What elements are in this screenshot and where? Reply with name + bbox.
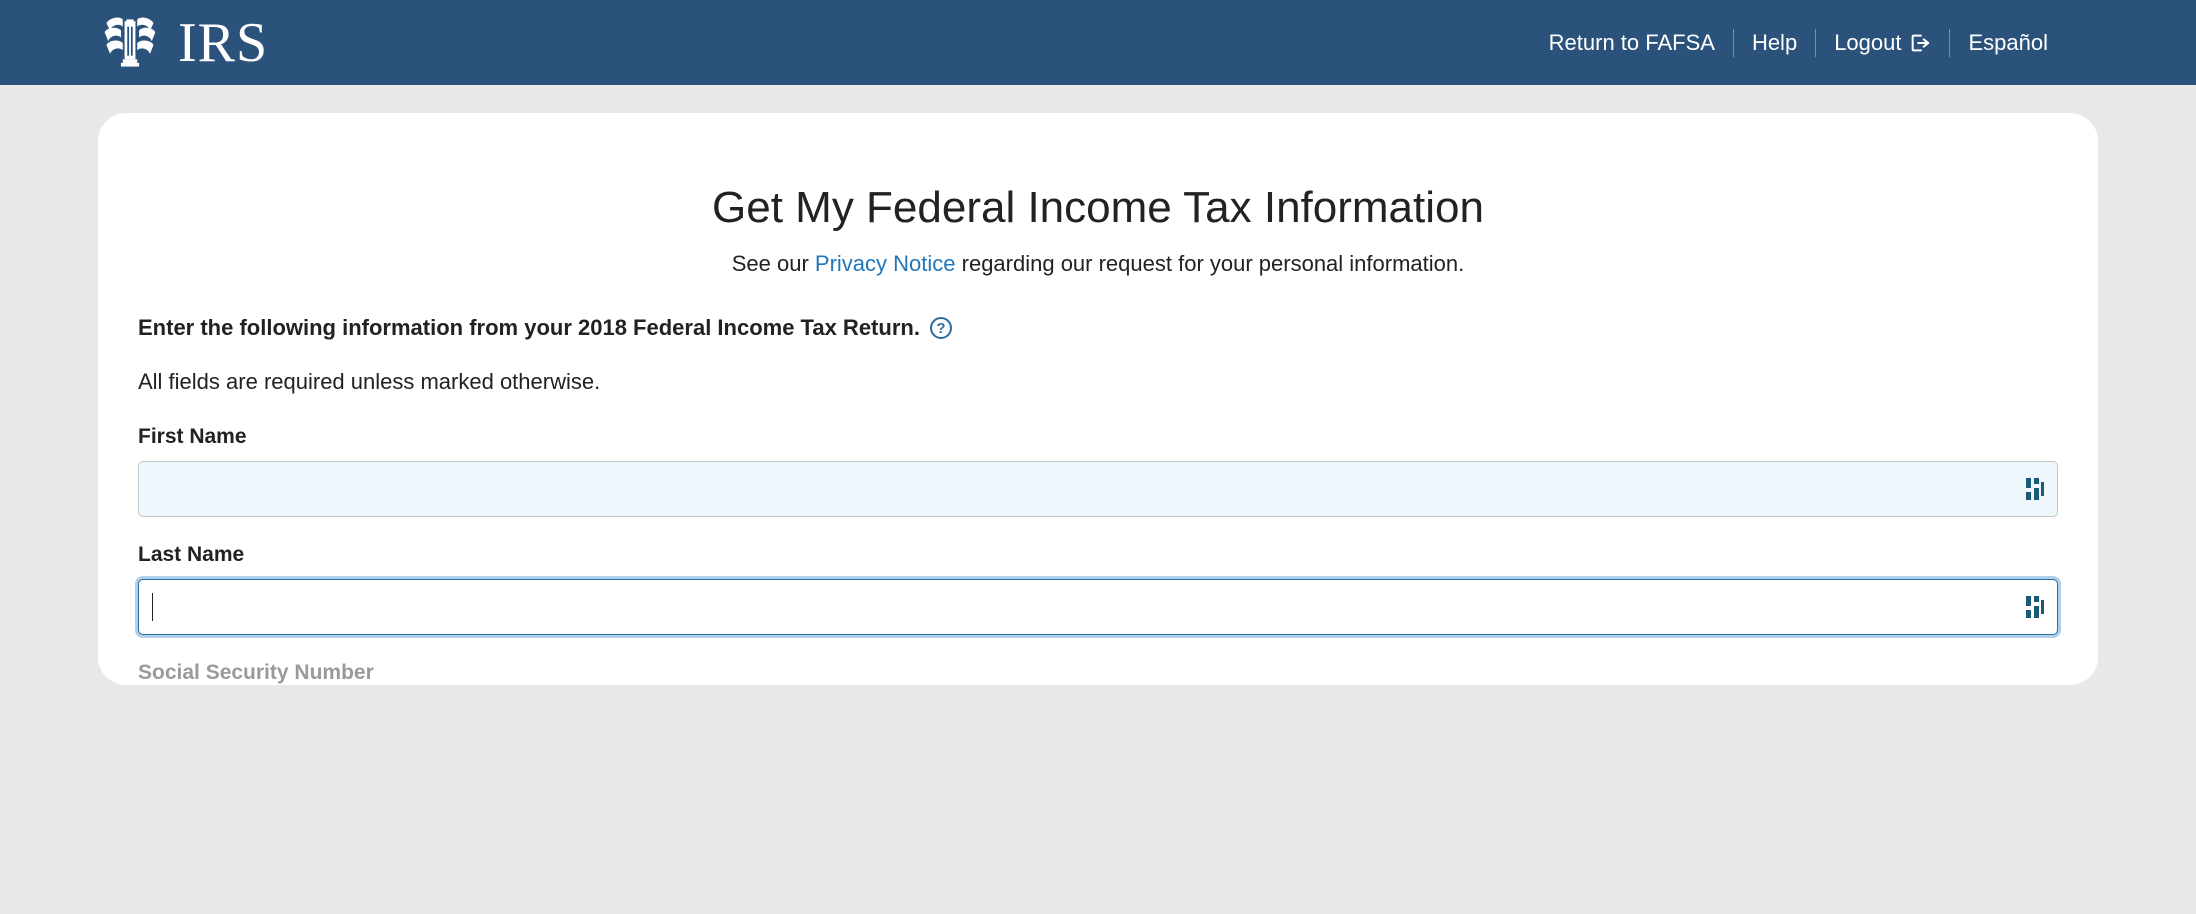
help-link[interactable]: Help [1734,29,1815,57]
return-to-fafsa-link[interactable]: Return to FAFSA [1531,29,1733,57]
site-header: IRS Return to FAFSA Help Logout Español [0,0,2196,85]
espanol-link[interactable]: Español [1950,29,2066,57]
first-name-field: First Name [138,425,2058,517]
top-nav: Return to FAFSA Help Logout Español [1531,29,2066,57]
irs-brand-text: IRS [178,11,268,75]
logout-icon [1909,32,1931,54]
last-name-input[interactable] [138,579,2058,635]
irs-emblem-icon [100,14,160,72]
nav-separator [1815,29,1816,57]
help-icon[interactable]: ? [930,317,952,339]
ssn-label: Social Security Number [138,661,2058,685]
subtitle-after: regarding our request for your personal … [956,251,1465,276]
subtitle: See our Privacy Notice regarding our req… [138,251,2058,277]
logout-link[interactable]: Logout [1816,29,1949,57]
main-card: Get My Federal Income Tax Information Se… [98,113,2098,685]
last-name-label: Last Name [138,543,2058,567]
nav-separator [1733,29,1734,57]
nav-separator [1949,29,1950,57]
ssn-field: Social Security Number [138,661,2058,685]
first-name-label: First Name [138,425,2058,449]
last-name-field: Last Name [138,543,2058,635]
required-note: All fields are required unless marked ot… [138,369,2058,395]
logout-label: Logout [1834,29,1901,57]
instruction-text: Enter the following information from you… [138,315,920,341]
irs-logo: IRS [100,11,268,75]
instruction-row: Enter the following information from you… [138,315,2058,341]
first-name-input[interactable] [138,461,2058,517]
text-cursor [152,593,153,621]
subtitle-before: See our [732,251,815,276]
privacy-notice-link[interactable]: Privacy Notice [815,251,956,276]
page-title: Get My Federal Income Tax Information [138,183,2058,233]
